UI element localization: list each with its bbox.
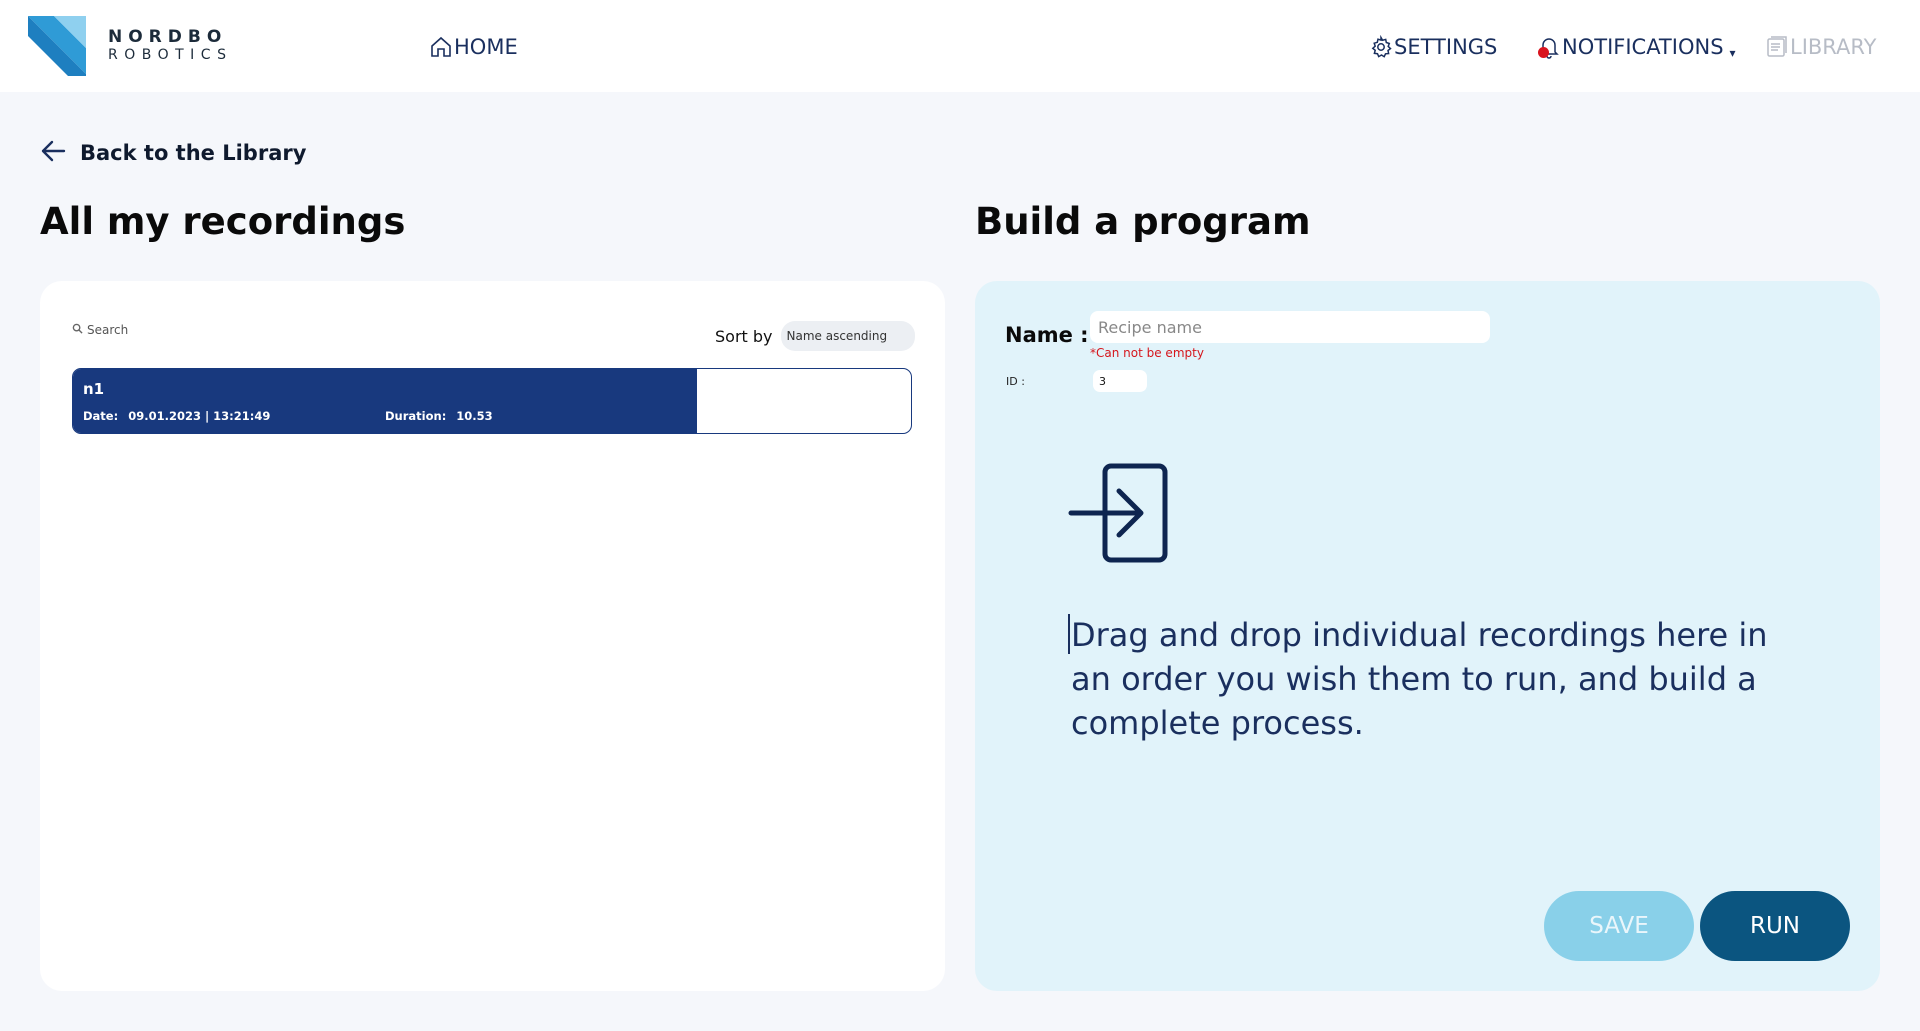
chevron-down-icon[interactable]: ▾ [1730, 46, 1736, 60]
id-value: 3 [1099, 374, 1106, 388]
sort-control: Sort by Name ascending [715, 321, 916, 351]
nav-settings-label: SETTINGS [1394, 35, 1498, 59]
recording-name: n1 [83, 380, 105, 398]
recording-item-info: n1 Date: 09.01.2023 | 13:21:49 Duration: 1… [73, 369, 697, 433]
nav-home-label: HOME [454, 35, 518, 59]
recipe-name-input[interactable] [1090, 311, 1490, 343]
nordbo-logo[interactable]: NORDBO ROBOTICS [28, 16, 238, 76]
recording-date: Date: 09.01.2023 | 13:21:49 [83, 409, 270, 423]
recording-item[interactable]: n1 Date: 09.01.2023 | 13:21:49 Duration: 1… [72, 368, 912, 434]
build-program-title: Build a program [975, 200, 1311, 243]
run-button[interactable]: RUN [1700, 891, 1850, 961]
nav-library[interactable]: LIBRARY [1764, 30, 1876, 64]
recording-date-value: 09.01.2023 | 13:21:49 [128, 409, 271, 423]
drop-zone-instructions[interactable]: Drag and drop individual recordings here… [1069, 613, 1809, 745]
search-icon [72, 323, 83, 337]
recording-duration-value: 10.53 [456, 409, 493, 423]
recording-duration: Duration: 10.53 [385, 409, 493, 423]
recording-duration-label: Duration: [385, 409, 447, 423]
back-to-library-link[interactable]: Back to the Library [40, 138, 306, 168]
name-label: Name : [1005, 323, 1089, 347]
top-nav-bar: NORDBO ROBOTICS HOME SETTINGS NOTIFICATI… [0, 0, 1920, 92]
library-icon [1764, 34, 1790, 60]
search-field[interactable]: Search [72, 323, 128, 337]
recordings-panel: Search Sort by Name ascending n1 Date: 09… [40, 281, 945, 991]
home-icon [428, 34, 454, 60]
nav-notifications[interactable]: NOTIFICATIONS ▾ [1536, 30, 1736, 64]
nav-home[interactable]: HOME [428, 30, 518, 64]
login-arrow-icon [1067, 461, 1171, 565]
logo-text-robotics: ROBOTICS [108, 47, 233, 63]
nav-settings[interactable]: SETTINGS [1368, 30, 1497, 64]
logo-mark-icon [28, 16, 86, 76]
back-link-label: Back to the Library [80, 141, 307, 165]
name-error-message: *Can not be empty [1090, 346, 1204, 360]
gear-icon [1368, 34, 1394, 60]
search-placeholder: Search [87, 323, 129, 337]
nav-notifications-label: NOTIFICATIONS [1562, 35, 1724, 59]
notification-badge [1538, 47, 1549, 58]
nav-library-label: LIBRARY [1790, 35, 1877, 59]
id-label: ID : [1006, 375, 1025, 388]
sort-by-label: Sort by [715, 326, 773, 346]
recording-date-label: Date: [83, 409, 119, 423]
sort-select[interactable]: Name ascending [780, 321, 916, 351]
id-field[interactable]: 3 [1093, 370, 1147, 392]
arrow-left-icon [40, 139, 66, 168]
logo-text-nordbo: NORDBO [108, 27, 228, 47]
recordings-title: All my recordings [40, 200, 406, 243]
save-button[interactable]: SAVE [1544, 891, 1694, 961]
program-builder-panel: Name : *Can not be empty ID : 3 Drag and… [975, 281, 1880, 991]
sort-select-value: Name ascending [786, 329, 888, 343]
